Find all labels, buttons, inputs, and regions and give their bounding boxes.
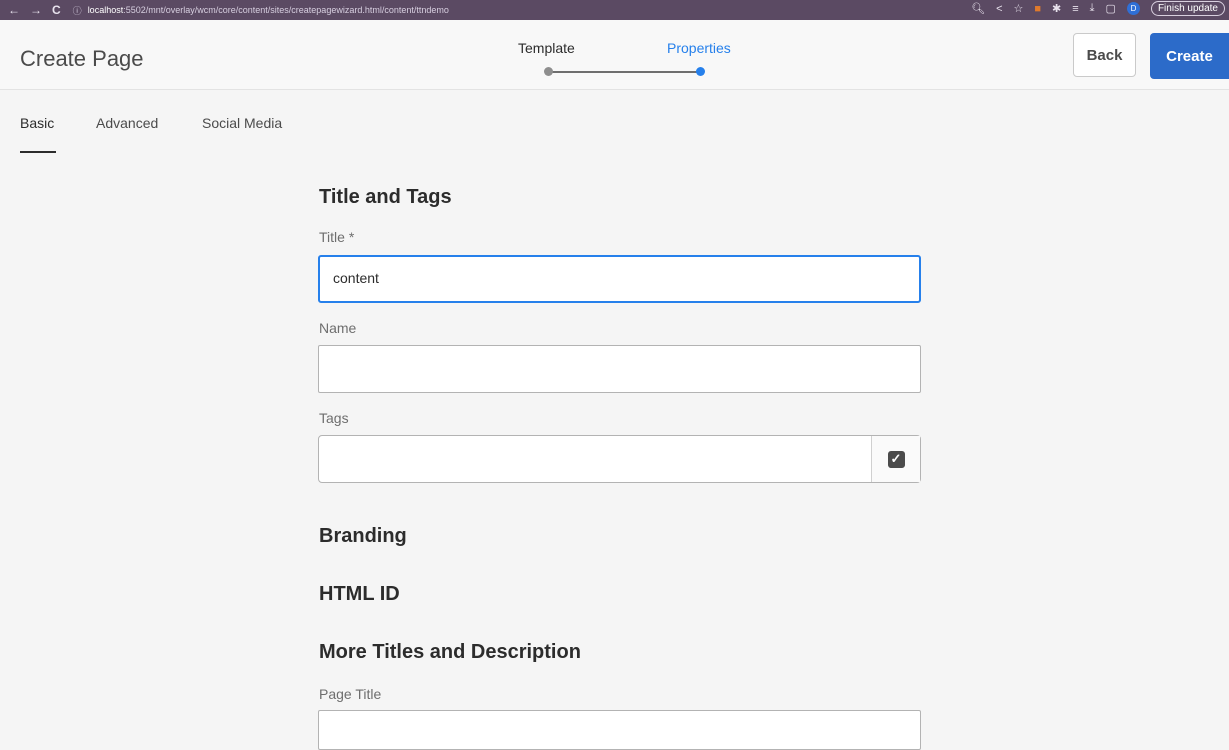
page-title-field-label: Page Title xyxy=(319,686,382,702)
title-field-label: Title * xyxy=(319,229,355,245)
bookmark-star-icon[interactable]: ☆ xyxy=(1014,2,1024,15)
title-input[interactable]: content xyxy=(318,255,921,303)
page-title: Create Page xyxy=(20,46,144,71)
page-title-input[interactable] xyxy=(318,710,921,750)
section-html-id[interactable]: HTML ID xyxy=(319,583,400,606)
address-bar[interactable]: ⓘ localhost:5502/mnt/overlay/wcm/core/co… xyxy=(73,4,449,17)
tag-picker-button[interactable]: ✓ xyxy=(871,436,920,482)
tags-field-label: Tags xyxy=(319,410,349,426)
name-input[interactable] xyxy=(318,345,921,393)
section-more-titles[interactable]: More Titles and Description xyxy=(319,641,581,664)
reading-list-icon[interactable]: ≡ xyxy=(1072,3,1078,15)
tags-input[interactable]: ✓ xyxy=(318,435,921,483)
browser-toolbar: ← → C ⓘ localhost:5502/mnt/overlay/wcm/c… xyxy=(0,0,1229,20)
zoom-icon[interactable]: 🔍︎ xyxy=(971,2,985,15)
wizard-header: Create Page Template Properties Back Cre… xyxy=(0,20,1229,90)
title-input-value: content xyxy=(333,270,379,286)
step-template-label: Template xyxy=(518,40,575,56)
name-field-label: Name xyxy=(319,320,357,336)
section-title-and-tags: Title and Tags xyxy=(319,186,452,208)
url-path: :5502/mnt/overlay/wcm/core/content/sites… xyxy=(123,5,449,15)
create-button[interactable]: Create xyxy=(1150,33,1229,79)
checkbox-check-icon: ✓ xyxy=(887,450,905,468)
tab-basic[interactable]: Basic xyxy=(20,115,54,131)
side-panel-icon[interactable]: ▢ xyxy=(1106,2,1116,15)
tab-social-media[interactable]: Social Media xyxy=(202,115,282,131)
share-icon[interactable]: < xyxy=(996,3,1002,15)
extension-icon[interactable]: ■ xyxy=(1034,3,1041,15)
url-host: localhost xyxy=(87,5,124,15)
site-info-icon[interactable]: ⓘ xyxy=(73,4,82,17)
reload-icon[interactable]: C xyxy=(52,3,61,17)
active-tab-indicator xyxy=(20,151,56,153)
back-button[interactable]: Back xyxy=(1073,33,1136,77)
step-properties-label: Properties xyxy=(667,40,731,56)
tab-advanced[interactable]: Advanced xyxy=(96,115,158,131)
puzzle-icon[interactable]: ✱ xyxy=(1052,2,1061,15)
finish-update-button[interactable]: Finish update xyxy=(1150,1,1225,16)
profile-avatar[interactable]: D xyxy=(1126,2,1140,15)
download-icon[interactable]: ⤓ xyxy=(1090,2,1095,15)
step-progress-track xyxy=(548,71,698,73)
step-template-dot xyxy=(544,67,553,76)
forward-arrow-icon[interactable]: → xyxy=(30,3,42,17)
step-properties-dot xyxy=(696,67,705,76)
back-arrow-icon[interactable]: ← xyxy=(8,3,20,17)
section-branding[interactable]: Branding xyxy=(319,525,407,548)
